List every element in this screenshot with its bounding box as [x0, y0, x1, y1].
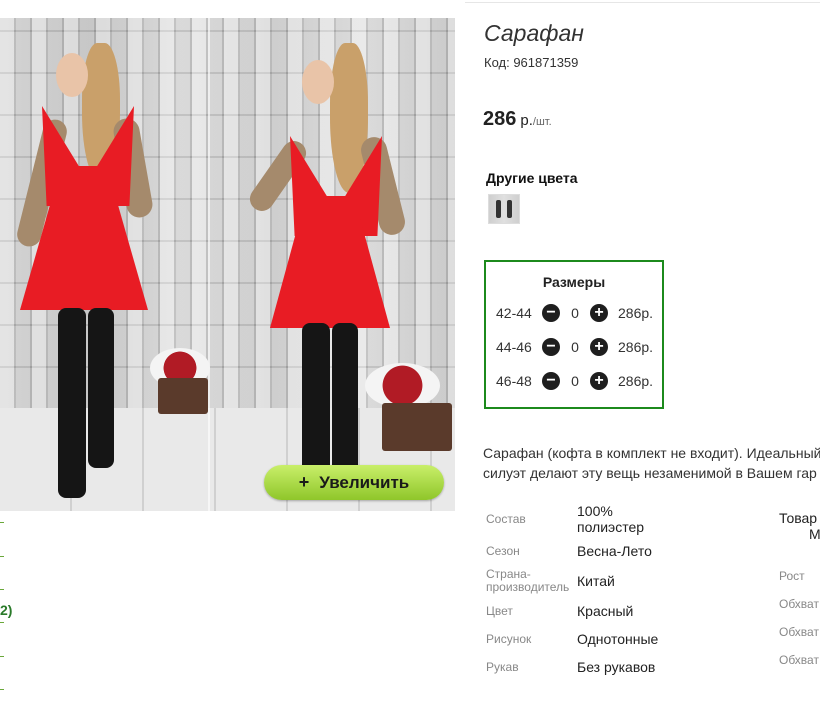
minus-icon[interactable]: −	[542, 304, 560, 322]
color-variant-thumbnail[interactable]	[488, 194, 520, 224]
attr-value-composition: 100% полиэстер	[577, 503, 644, 535]
price-value: 286	[483, 108, 517, 130]
left-list-marker	[0, 689, 4, 690]
sizes-box: Размеры 42-44 − 0 + 286р. 44-46 − 0 + 28…	[484, 260, 664, 409]
attr-label-sleeve: Рукав	[486, 660, 519, 674]
size-price: 286р.	[618, 305, 654, 321]
size-label: 44-46	[496, 339, 532, 355]
attr-value-pattern: Однотонные	[577, 631, 659, 647]
model-girth-label: Обхват	[779, 597, 819, 611]
attr-label-color: Цвет	[486, 604, 513, 618]
product-photo[interactable]	[0, 18, 455, 511]
left-list-marker	[0, 656, 4, 657]
zoom-button-label: Увеличить	[319, 472, 410, 492]
size-quantity: 0	[571, 305, 579, 321]
price-currency: р.	[520, 112, 533, 129]
product-price: 286 р./шт.	[483, 108, 552, 131]
model-figure-right	[210, 18, 455, 511]
size-label: 46-48	[496, 373, 532, 389]
size-row: 44-46 − 0 + 286р.	[496, 336, 653, 358]
sizes-title: Размеры	[542, 274, 606, 290]
attr-value-color: Красный	[577, 603, 634, 619]
size-quantity: 0	[571, 373, 579, 389]
minus-icon[interactable]: −	[542, 338, 560, 356]
size-price: 286р.	[618, 373, 654, 389]
attr-value-country: Китай	[577, 573, 615, 589]
model-height-label: Рост	[779, 569, 805, 583]
model-figure-left	[0, 18, 210, 511]
size-row: 46-48 − 0 + 286р.	[496, 370, 653, 392]
size-label: 42-44	[496, 305, 532, 321]
attr-value-sleeve: Без рукавов	[577, 659, 656, 675]
size-quantity: 0	[571, 339, 579, 355]
left-list-marker	[0, 556, 4, 557]
attr-value-line: полиэстер	[577, 519, 645, 535]
product-description: Сарафан (кофта в комплект не входит). Ид…	[483, 443, 820, 483]
attr-label-pattern: Рисунок	[486, 632, 532, 646]
other-colors-title: Другие цвета	[486, 170, 578, 186]
model-girth-label: Обхват	[779, 653, 819, 667]
product-title: Сарафан	[484, 20, 584, 46]
plus-icon[interactable]: +	[590, 304, 608, 322]
model-info-title: Товар М	[779, 510, 820, 542]
size-price: 286р.	[618, 339, 654, 355]
plus-icon[interactable]: +	[590, 372, 608, 390]
model-info-line: Товар	[779, 510, 818, 526]
plus-icon: +	[298, 472, 310, 492]
price-unit: /шт.	[532, 116, 552, 128]
plus-icon[interactable]: +	[590, 338, 608, 356]
size-row: 42-44 − 0 + 286р.	[496, 302, 653, 324]
left-list-marker	[0, 589, 4, 590]
attr-value-season: Весна-Лето	[577, 543, 652, 559]
left-partial-text: 2)	[0, 602, 13, 618]
product-code: Код: 961871359	[484, 55, 579, 70]
attr-label-composition: Состав	[486, 512, 526, 526]
minus-icon[interactable]: −	[542, 372, 560, 390]
model-info-line: М	[809, 526, 820, 542]
description-line: Сарафан (кофта в комплект не входит). Ид…	[483, 445, 820, 461]
left-list-marker	[0, 622, 4, 623]
description-line: силуэт делают эту вещь незаменимой в Ваш…	[483, 465, 817, 481]
attr-value-line: 100%	[577, 503, 613, 519]
left-list-marker	[0, 522, 4, 523]
model-girth-label: Обхват	[779, 625, 819, 639]
zoom-button[interactable]: + Увеличить	[264, 465, 444, 500]
attr-label-season: Сезон	[486, 544, 520, 558]
attr-label-country: Страна- производитель	[486, 568, 569, 594]
top-divider	[465, 2, 820, 3]
attr-label-line: производитель	[486, 580, 570, 594]
